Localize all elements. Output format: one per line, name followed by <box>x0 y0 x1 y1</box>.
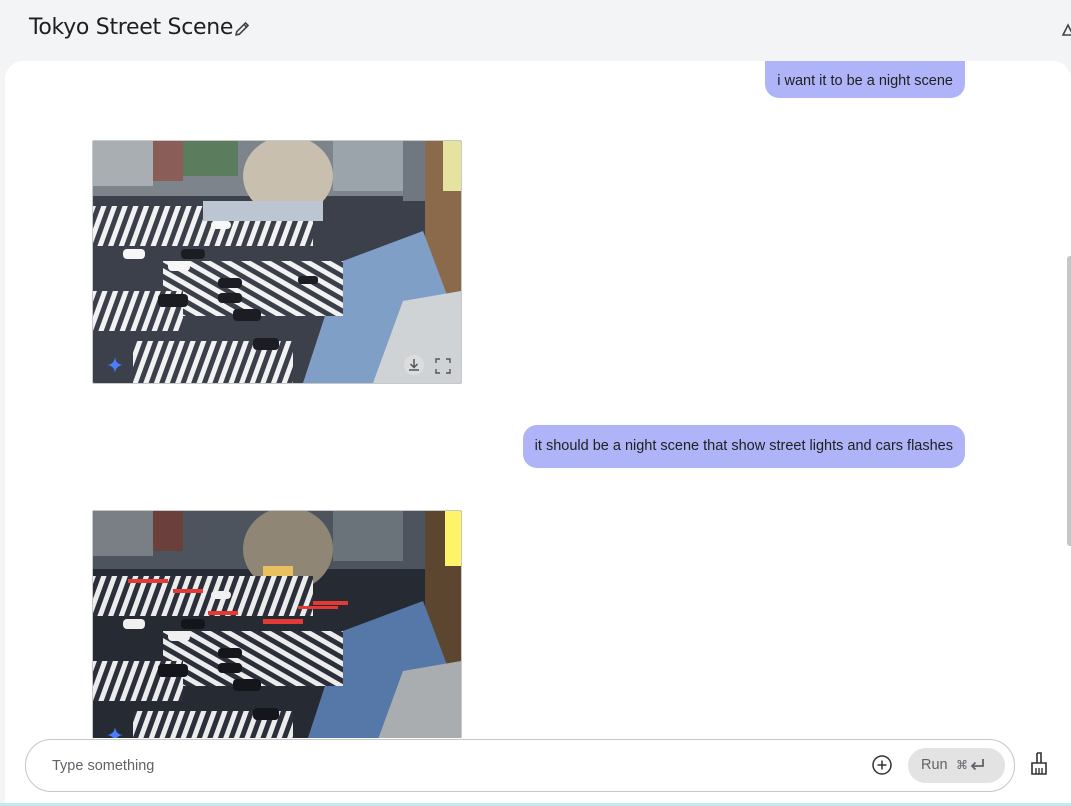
prompt-composer: Run ⌘ <box>25 739 1015 792</box>
user-message-text: it should be a night scene that show str… <box>534 438 953 454</box>
user-message-text: i want it to be a night scene <box>777 73 953 89</box>
enter-key-icon <box>970 759 984 771</box>
pencil-icon[interactable] <box>232 19 252 39</box>
generated-image-card[interactable] <box>92 510 462 738</box>
add-circle-icon[interactable] <box>871 754 893 776</box>
chat-scroll-area[interactable]: i want it to be a night scene it should … <box>5 61 1058 738</box>
street-scene-image <box>93 141 461 383</box>
user-message: it should be a night scene that show str… <box>522 425 965 468</box>
run-button[interactable]: Run ⌘ <box>908 748 1005 783</box>
user-message: i want it to be a night scene <box>765 61 965 98</box>
scrollbar-thumb[interactable] <box>1067 256 1071 546</box>
command-key-glyph: ⌘ <box>956 758 968 772</box>
sparkle-icon <box>107 357 123 373</box>
page-title[interactable]: Tokyo Street Scene <box>29 15 233 40</box>
drive-icon[interactable] <box>1060 19 1071 39</box>
night-street-scene-image <box>93 511 461 738</box>
sparkle-icon <box>107 727 123 738</box>
generated-image-card[interactable] <box>92 140 462 384</box>
top-bar: Tokyo Street Scene <box>0 0 1071 60</box>
chat-panel: i want it to be a night scene it should … <box>5 61 1071 806</box>
prompt-input[interactable] <box>50 753 854 779</box>
download-icon[interactable] <box>404 355 424 375</box>
fullscreen-icon[interactable] <box>435 358 451 374</box>
clear-chat-broom-icon[interactable] <box>1029 752 1049 776</box>
run-button-label: Run <box>921 757 948 773</box>
